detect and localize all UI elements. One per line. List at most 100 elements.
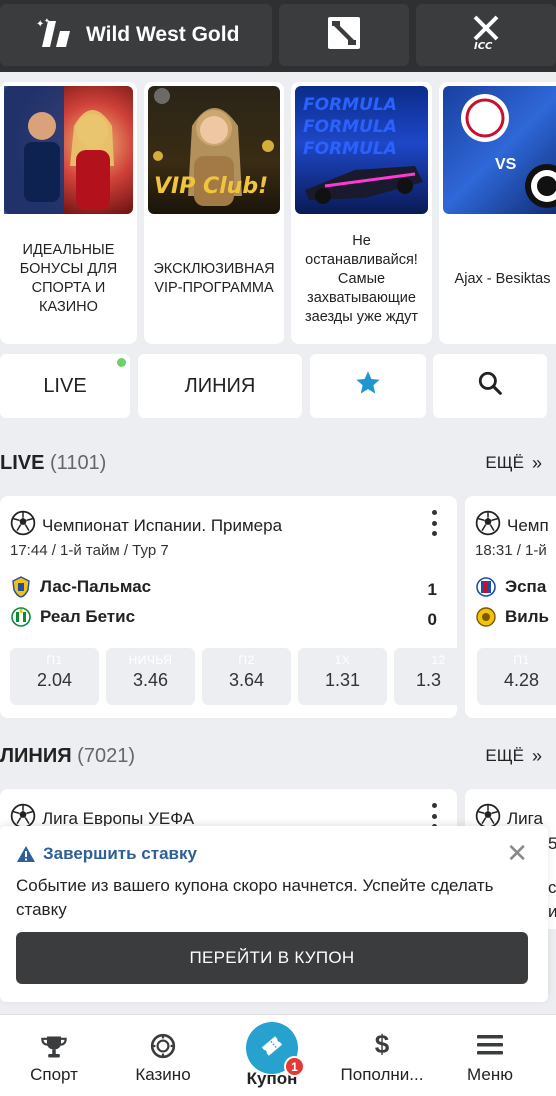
promo-card[interactable]: VIP Club! ЭКСКЛЮЗИВНАЯ VIP-ПРОГРАММА [144,82,284,344]
dota2-button[interactable] [279,4,409,66]
event-meta: 18:31 / 1-й [475,542,547,559]
team-home-name: Лас-Пальмас [40,577,152,596]
odd-button[interactable]: 1Х 1.31 [298,648,387,705]
promo-image: VS [443,86,556,214]
odd-value: 1.31 [324,670,361,690]
nav-item-menu[interactable]: Меню [438,1015,542,1096]
promo-image: VIP Club! [148,86,280,214]
tab-line[interactable]: ЛИНИЯ [138,354,302,418]
team-away: Реал Бетис [10,606,135,628]
promo-carousel: ИДЕАЛЬНЫЕ БОНУСЫ ДЛЯ СПОРТА И КАЗИНО VIP… [0,72,556,352]
team-home-name: Эспа [505,577,547,596]
nav-item-label: Казино [135,1065,191,1084]
odd-label: 12 [431,653,446,667]
odd-button[interactable]: 12 1.3 [394,648,457,705]
icc-cricket-button[interactable]: ICC [416,4,556,66]
nav-item-sport[interactable]: Спорт [0,1015,108,1096]
odd-value: 3.46 [132,670,169,690]
odd-value: 2.04 [36,670,73,690]
odd-value: 1.3 [416,670,442,690]
nav-item-casino[interactable]: Казино [108,1015,218,1096]
more-options-icon[interactable] [431,510,437,536]
team-away-name: Виль [505,607,549,626]
promo-text: ИДЕАЛЬНЫЕ БОНУСЫ ДЛЯ СПОРТА И КАЗИНО [19,242,118,315]
svg-text:ICC: ICC [474,41,493,51]
promo-card[interactable]: ИДЕАЛЬНЫЕ БОНУСЫ ДЛЯ СПОРТА И КАЗИНО [0,82,137,344]
event-card[interactable]: Чемпионат Испании. Примера 17:44 / 1-й т… [0,496,457,718]
event-league-name: Чемпионат Испании. Примера [42,515,283,535]
nav-item-label: Пополни... [340,1065,424,1084]
promo-card[interactable]: FORMULA FORMULA FORMULA Не останавливайс… [291,82,432,344]
event-league-name: Чемп [507,515,549,535]
odd-button[interactable]: П1 4.28 [477,648,556,705]
soccer-ball-icon [475,510,501,541]
line-section-title: ЛИНИЯ (7021) [0,744,135,767]
notification-body: Событие из вашего купона скоро начнется.… [16,876,494,919]
team-crest-icon [475,576,497,598]
nav-item-deposit[interactable]: $ Пополни... [326,1015,438,1096]
bet-reminder-notification: Завершить ставку ✕ Событие из вашего куп… [0,826,548,1002]
promo-text: Ajax - Besiktas [454,270,551,287]
live-section-header: LIVE (1101) ЕЩЁ » [0,443,556,483]
top-bar: ✦ ✦ Wild West Gold ICC [0,0,556,72]
featured-game-button[interactable]: ✦ ✦ Wild West Gold [0,4,272,66]
odd-label: 1Х [334,653,351,667]
nav-item-label: Спорт [30,1065,78,1084]
line-section-header: ЛИНИЯ (7021) ЕЩЁ » [0,736,556,776]
menu-icon [476,1033,504,1062]
event-meta: 17:44 / 1-й тайм / Тур 7 [10,542,169,559]
team-away: Виль [475,606,549,628]
team-crest-icon [10,576,32,598]
warning-icon [16,845,36,863]
line-count: (7021) [77,744,135,767]
odd-label: П2 [238,653,255,667]
team-home: Лас-Пальмас [10,576,151,598]
live-count: (1101) [50,451,107,474]
svg-text:✦: ✦ [44,17,50,25]
featured-game-title: Wild West Gold [86,23,240,46]
promo-image: FORMULA FORMULA FORMULA [295,86,428,214]
star-icon [354,369,382,403]
promo-image [4,86,133,214]
odd-label: НИЧЬЯ [128,653,173,667]
team-crest-icon [10,606,32,628]
peek-text: 5 с и [548,834,556,921]
score-home: 1 [427,580,437,599]
event-card[interactable]: Чемп 18:31 / 1-й Эспа Виль П1 4.28 [465,496,556,718]
casino-chip-icon [150,1033,176,1064]
odd-value: 3.64 [228,670,265,690]
live-more-link[interactable]: ЕЩЁ » [485,453,556,474]
tab-live-label: LIVE [43,374,87,397]
tab-live[interactable]: LIVE [0,354,130,418]
vs-text: VS [495,156,517,173]
dollar-icon: $ [374,1029,390,1059]
tab-search[interactable] [433,354,547,418]
odd-label: П1 [46,653,63,667]
event-league: Чемп [475,510,549,541]
odd-button[interactable]: П1 2.04 [10,648,99,705]
soccer-ball-icon [10,510,36,541]
live-section-title: LIVE (1101) [0,451,107,474]
odd-button[interactable]: НИЧЬЯ 3.46 [106,648,195,705]
coupon-count-badge: 1 [284,1056,305,1077]
go-to-coupon-button[interactable]: ПЕРЕЙТИ В КУПОН [16,932,528,984]
wild-west-logo-icon: ✦ ✦ [34,17,74,54]
event-league: Чемпионат Испании. Примера [10,510,282,541]
promo-text: ЭКСКЛЮЗИВНАЯ VIP-ПРОГРАММА [153,261,275,296]
promo-text: Не останавливайся! Самые захватывающие з… [305,232,418,325]
vip-club-logo: VIP Club! [154,174,269,199]
odd-value: 4.28 [503,670,540,690]
notification-header: Завершить ставку [16,844,197,864]
team-crest-icon [475,606,497,628]
team-away-name: Реал Бетис [40,607,136,626]
nav-item-label: Меню [467,1065,513,1084]
score-away: 0 [427,610,437,629]
trophy-icon [40,1033,68,1066]
tab-favorites[interactable] [310,354,426,418]
odd-button[interactable]: П2 3.64 [202,648,291,705]
nav-tabs: LIVE ЛИНИЯ [0,354,556,420]
line-more-link[interactable]: ЕЩЁ » [485,746,556,767]
promo-card[interactable]: VS Ajax - Besiktas [439,82,556,344]
close-icon[interactable]: ✕ [506,840,528,866]
icc-cricket-icon: ICC [469,15,503,56]
